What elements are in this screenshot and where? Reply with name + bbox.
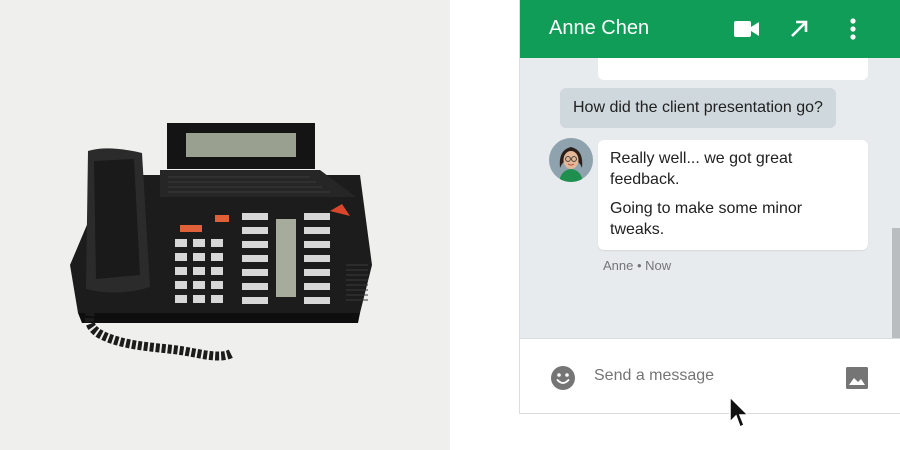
emoji-icon[interactable] <box>550 365 576 391</box>
desk-phone-illustration <box>70 123 372 361</box>
previous-message-bubble <box>598 58 868 80</box>
avatar-image <box>549 138 593 182</box>
avatar <box>549 138 593 182</box>
more-options-button[interactable] <box>839 15 867 43</box>
pop-out-button[interactable] <box>785 15 813 43</box>
desk-phone-panel <box>0 0 450 450</box>
mouse-cursor-icon <box>729 396 750 429</box>
message-list[interactable]: How did the client presentation go? Real… <box>520 58 900 338</box>
incoming-message-line: Going to make some minor tweaks. <box>610 200 803 238</box>
chat-window: Anne Chen How did the client presentatio… <box>520 0 900 413</box>
scrollbar-thumb[interactable] <box>892 228 900 338</box>
pop-out-icon <box>791 20 808 37</box>
message-composer <box>520 338 900 413</box>
video-call-icon <box>734 21 759 37</box>
more-vert-icon <box>850 18 856 40</box>
image-icon[interactable] <box>845 366 869 390</box>
message-meta: Anne • Now <box>603 258 672 273</box>
chat-header: Anne Chen <box>520 0 900 58</box>
message-input[interactable] <box>594 361 834 391</box>
incoming-message-line: Really well... we got great feedback. <box>610 150 793 188</box>
outgoing-message-bubble: How did the client presentation go? <box>560 88 836 128</box>
contact-name[interactable]: Anne Chen <box>549 17 649 40</box>
incoming-message-bubble: Really well... we got great feedback. Go… <box>598 140 868 250</box>
video-call-button[interactable] <box>733 15 761 43</box>
